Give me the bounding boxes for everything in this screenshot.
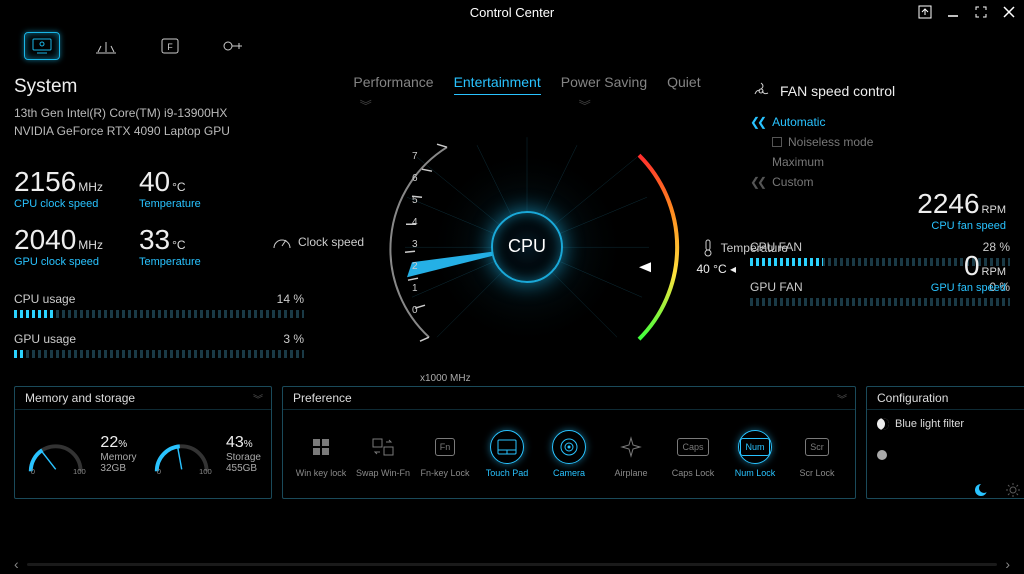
pref-label: Num Lock xyxy=(735,468,776,478)
camera-icon xyxy=(552,430,586,464)
gpu-clock-stat: 2040MHz GPU clock speed xyxy=(14,224,103,268)
titlebar: Control Center xyxy=(0,0,1024,24)
temperature-label: Temperature xyxy=(701,238,788,258)
memory-panel-heading: Memory and storage xyxy=(25,391,135,405)
memory-storage-panel: Memory and storage ︾ 0 100 22%Memory32GB 0… xyxy=(14,386,272,499)
pref-fn-key-lock[interactable]: Fn Fn-key Lock xyxy=(417,430,473,478)
pref-label: Scr Lock xyxy=(799,468,834,478)
moon-icon[interactable] xyxy=(973,482,989,498)
cpu-temp-stat: 40°C Temperature xyxy=(139,166,201,210)
memory-gauge: 0 100 xyxy=(25,432,86,476)
airplane-icon xyxy=(614,430,648,464)
pref-label: Camera xyxy=(553,468,585,478)
nav-charging-icon[interactable] xyxy=(216,32,252,60)
pref-airplane[interactable]: Airplane xyxy=(603,430,659,478)
cpu-usage-label: CPU usage xyxy=(14,292,75,306)
close-icon[interactable] xyxy=(1002,5,1016,19)
chevron-down-icon[interactable]: ︾ xyxy=(253,391,263,406)
pref-num-lock[interactable]: Num Num Lock xyxy=(727,430,783,478)
moon-icon xyxy=(877,418,889,430)
gpu-usage-bar xyxy=(14,350,304,358)
clock-speed-label: Clock speed xyxy=(272,234,364,250)
nav-led-icon[interactable] xyxy=(88,32,124,60)
chevron-down-icon[interactable]: ︾ xyxy=(837,391,847,406)
svg-text:100: 100 xyxy=(199,467,212,476)
minimize-icon[interactable] xyxy=(946,5,960,19)
cpu-fan-speed: 2246RPMCPU fan speed xyxy=(917,188,1006,232)
scroll-left-icon[interactable]: ‹ xyxy=(14,556,19,572)
scr-icon: Scr xyxy=(800,430,834,464)
gauge-ticks: 76543210 xyxy=(412,146,418,322)
speed-gauge: 76543210 CPU Clock speed Temperature 40 … xyxy=(308,122,746,382)
pref-caps-lock[interactable]: Caps Caps Lock xyxy=(665,430,721,478)
gpu-usage-label: GPU usage xyxy=(14,332,76,346)
nav-flexikey-icon[interactable]: F xyxy=(152,32,188,60)
touchpad-icon xyxy=(490,430,524,464)
horizontal-scrollbar[interactable]: ‹ › xyxy=(14,558,1010,570)
cpu-usage-pct: 14 % xyxy=(277,292,304,306)
window-title: Control Center xyxy=(470,5,555,20)
export-icon[interactable] xyxy=(918,5,932,19)
caps-icon: Caps xyxy=(676,430,710,464)
pref-touch-pad[interactable]: Touch Pad xyxy=(479,430,535,478)
mode-tabs: Performance Entertainment Power Saving Quie… xyxy=(308,70,746,95)
pref-label: Swap Win-Fn xyxy=(356,468,410,478)
pref-label: Win key lock xyxy=(296,468,347,478)
scroll-right-icon[interactable]: › xyxy=(1005,556,1010,572)
num-icon: Num xyxy=(738,430,772,464)
nav-system-icon[interactable] xyxy=(24,32,60,60)
cpu-name: 13th Gen Intel(R) Core(TM) i9-13900HX xyxy=(14,104,304,122)
svg-text:100: 100 xyxy=(73,467,86,476)
pref-win-key-lock[interactable]: Win key lock xyxy=(293,430,349,478)
fan-opt-noiseless[interactable]: Noiseless mode xyxy=(750,132,1010,152)
svg-text:0: 0 xyxy=(156,467,160,476)
gauge-center[interactable]: CPU xyxy=(491,211,563,283)
pref-label: Airplane xyxy=(614,468,647,478)
cpu-clock-stat: 2156MHz CPU clock speed xyxy=(14,166,103,210)
pref-swap-win-fn[interactable]: Swap Win-Fn xyxy=(355,430,411,478)
fullscreen-icon[interactable] xyxy=(974,5,988,19)
storage-readout: 43%Storage455GB xyxy=(226,434,261,474)
cpu-usage-bar xyxy=(14,310,304,318)
gauge-temp-readout: 40 °C ◂ xyxy=(696,262,736,276)
fan-opt-maximum[interactable]: Maximum xyxy=(750,152,1010,172)
pref-label: Caps Lock xyxy=(672,468,715,478)
system-heading: System xyxy=(14,76,304,98)
pref-scr-lock[interactable]: Scr Scr Lock xyxy=(789,430,845,478)
gpu-fan-speed: 0RPMGPU fan speed xyxy=(917,250,1006,294)
chevron-down-icon: ︾ xyxy=(579,97,591,114)
pref-camera[interactable]: Camera xyxy=(541,430,597,478)
config-heading: Configuration xyxy=(877,391,948,405)
gauge-unit: x1000 MHz xyxy=(420,373,471,384)
fn-icon: Fn xyxy=(428,430,462,464)
mode-tab-performance[interactable]: Performance xyxy=(353,74,433,95)
gpu-temp-stat: 33°C Temperature xyxy=(139,224,201,268)
storage-gauge: 0 100 xyxy=(151,432,212,476)
mode-tab-quiet[interactable]: Quiet xyxy=(667,74,700,95)
gpu-usage-pct: 3 % xyxy=(283,332,304,346)
gpu-name: NVIDIA GeForce RTX 4090 Laptop GPU xyxy=(14,122,304,140)
blue-light-row: Blue light filter xyxy=(877,418,964,430)
fan-heading: FAN speed control xyxy=(750,76,1010,102)
preference-panel: Preference ︾ Win key lock Swap Win-Fn Fn Fn-… xyxy=(282,386,856,499)
configuration-panel: Configuration︾ Blue light filter xyxy=(866,386,1024,499)
swap-icon xyxy=(366,430,400,464)
memory-readout: 22%Memory32GB xyxy=(100,434,136,474)
mode-tab-entertainment[interactable]: Entertainment xyxy=(454,74,541,95)
svg-text:F: F xyxy=(167,42,173,52)
top-nav: F xyxy=(0,24,1024,70)
gpu-fan-label: GPU FAN xyxy=(750,280,803,294)
mode-tab-power-saving[interactable]: Power Saving xyxy=(561,74,647,95)
gpu-fan-bar xyxy=(750,298,1010,306)
preference-heading: Preference xyxy=(293,391,352,405)
chevron-down-icon: ︾ xyxy=(360,97,372,114)
fan-opt-automatic[interactable]: ❮❮Automatic xyxy=(750,112,1010,132)
pref-label: Touch Pad xyxy=(486,468,529,478)
svg-text:0: 0 xyxy=(31,467,35,476)
brightness-icon[interactable] xyxy=(1005,482,1021,498)
pref-label: Fn-key Lock xyxy=(420,468,469,478)
win-icon xyxy=(304,430,338,464)
